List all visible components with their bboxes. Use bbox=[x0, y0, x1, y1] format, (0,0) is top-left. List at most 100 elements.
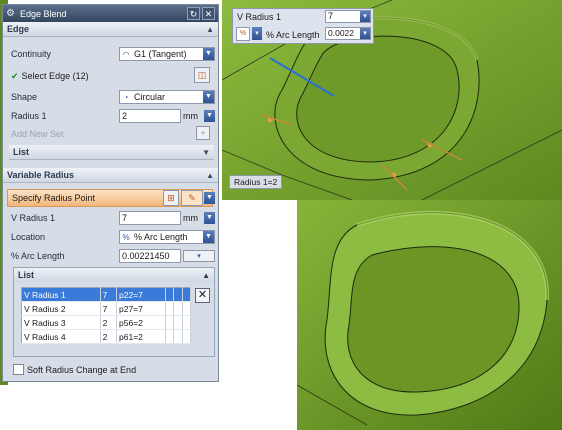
shape-row: Shape ◔ Circular ▼ bbox=[11, 89, 215, 105]
table-cell-empty bbox=[182, 315, 192, 330]
chevron-down-icon[interactable]: ▼ bbox=[204, 212, 215, 224]
specify-radius-label: Specify Radius Point bbox=[12, 193, 96, 203]
floating-v-radius-value: 7 bbox=[328, 11, 334, 21]
radius-tag: Radius 1=2 bbox=[229, 175, 283, 189]
floating-v-radius-input[interactable]: 7 ▾ bbox=[325, 10, 371, 23]
table-cell-name: V Radius 1 bbox=[21, 287, 101, 302]
reset-icon[interactable]: ↻ bbox=[187, 7, 200, 20]
variable-radius-header[interactable]: Variable Radius ▲ bbox=[3, 168, 218, 183]
v-radius-row: V Radius 1 7 mm ▼ bbox=[11, 210, 215, 226]
checkmark-icon: ✔ bbox=[11, 70, 19, 81]
table-cell-expr: p22=7 bbox=[116, 287, 166, 302]
add-new-set-label: Add New Set bbox=[11, 129, 64, 139]
variable-radius-table: V Radius 1 7 p22=7 V Radius 2 7 p27=7 V Radius… bbox=[21, 287, 192, 344]
point-snap-icon[interactable]: ✎ bbox=[181, 190, 203, 206]
radius-unit: mm bbox=[183, 111, 198, 121]
shape-value: Circular bbox=[134, 92, 166, 102]
radius-row: Radius 1 2 mm ▼ bbox=[11, 108, 215, 124]
location-row: Location % % Arc Length ▼ bbox=[11, 229, 215, 245]
table-row[interactable]: V Radius 3 2 p56=2 bbox=[21, 315, 192, 330]
chevron-down-icon[interactable]: ▼ bbox=[204, 192, 215, 204]
table-cell-name: V Radius 4 bbox=[21, 329, 101, 344]
add-new-set-row: Add New Set bbox=[11, 126, 212, 142]
variable-list-title: List bbox=[18, 270, 35, 280]
tangent-icon: ◠ bbox=[122, 49, 130, 59]
radius-label: Radius 1 bbox=[11, 111, 47, 121]
edge-list-header[interactable]: List ▼ bbox=[9, 145, 214, 160]
select-edge-row[interactable]: ✔ Select Edge (12) bbox=[11, 68, 212, 84]
v-radius-label: V Radius 1 bbox=[11, 213, 56, 223]
radius-input[interactable]: 2 bbox=[119, 109, 181, 123]
edge-list-title: List bbox=[13, 147, 30, 157]
table-cell-expr: p56=2 bbox=[116, 315, 166, 330]
arc-length-label: % Arc Length bbox=[11, 251, 65, 261]
edge-section-header[interactable]: Edge ▲ bbox=[3, 22, 218, 37]
spin-arrow-icon[interactable]: ▾ bbox=[183, 250, 215, 262]
table-cell-value: 7 bbox=[100, 301, 117, 316]
variable-list-header[interactable]: List ▲ bbox=[14, 268, 214, 282]
gear-icon[interactable]: ⚙ bbox=[6, 8, 17, 19]
table-cell-empty bbox=[165, 329, 175, 344]
table-row[interactable]: V Radius 1 7 p22=7 bbox=[21, 287, 192, 302]
location-select[interactable]: % % Arc Length ▼ bbox=[119, 230, 215, 244]
table-row[interactable]: V Radius 2 7 p27=7 bbox=[21, 301, 192, 316]
table-cell-empty bbox=[165, 301, 175, 316]
add-set-icon[interactable]: + bbox=[196, 126, 210, 140]
floating-arc-input[interactable]: 0.0022 ▾ bbox=[325, 27, 371, 40]
chevron-down-icon[interactable]: ▼ bbox=[204, 110, 215, 122]
table-cell-empty bbox=[173, 329, 183, 344]
table-cell-name: V Radius 3 bbox=[21, 315, 101, 330]
location-value: % Arc Length bbox=[134, 232, 188, 242]
arc-length-icon[interactable]: % bbox=[236, 27, 250, 41]
shape-label: Shape bbox=[11, 92, 38, 102]
chevron-up-icon: ▲ bbox=[206, 170, 214, 180]
continuity-select[interactable]: ◠ G1 (Tangent) ▼ bbox=[119, 47, 215, 61]
floating-radius-widget: V Radius 1 7 ▾ % ▾ % Arc Length 0.0022 ▾ bbox=[232, 8, 374, 44]
chevron-up-icon: ▲ bbox=[206, 24, 214, 34]
cube-select-icon[interactable]: ◫ bbox=[194, 67, 210, 83]
spin-arrow-icon[interactable]: ▾ bbox=[360, 28, 370, 39]
shape-select[interactable]: ◔ Circular ▼ bbox=[119, 90, 215, 104]
v-radius-input[interactable]: 7 bbox=[119, 211, 181, 225]
v-radius-unit: mm bbox=[183, 213, 198, 223]
delete-icon[interactable]: ✕ bbox=[195, 288, 210, 303]
continuity-label: Continuity bbox=[11, 49, 52, 59]
chevron-down-icon[interactable]: ▼ bbox=[203, 91, 214, 103]
table-cell-empty bbox=[182, 329, 192, 344]
variable-radius-title: Variable Radius bbox=[7, 170, 75, 180]
table-cell-empty bbox=[165, 315, 175, 330]
location-dropdown-icon[interactable]: ▾ bbox=[252, 27, 262, 40]
spin-arrow-icon[interactable]: ▾ bbox=[360, 11, 370, 22]
edge-blend-dialog: ⚙ Edge Blend ↻ ✕ Edge ▲ Continuity ◠ G1 … bbox=[2, 4, 219, 382]
table-cell-expr: p61=2 bbox=[116, 329, 166, 344]
soft-radius-row[interactable]: Soft Radius Change at End bbox=[13, 364, 136, 375]
table-cell-empty bbox=[182, 287, 192, 302]
arc-length-input[interactable]: 0.00221450 bbox=[119, 249, 181, 263]
graphics-viewport-bottom[interactable] bbox=[297, 200, 562, 430]
point-dialog-icon[interactable]: ⊞ bbox=[163, 190, 179, 206]
floating-arc-value: 0.0022 bbox=[328, 28, 354, 38]
chevron-down-icon[interactable]: ▼ bbox=[203, 48, 214, 60]
table-cell-empty bbox=[165, 287, 175, 302]
soft-radius-label: Soft Radius Change at End bbox=[27, 364, 137, 375]
table-row[interactable]: V Radius 4 2 p61=2 bbox=[21, 329, 192, 344]
table-cell-empty bbox=[173, 287, 183, 302]
table-cell-empty bbox=[182, 301, 192, 316]
arc-length-icon: % bbox=[122, 232, 130, 242]
location-label: Location bbox=[11, 232, 46, 242]
continuity-value: G1 (Tangent) bbox=[134, 49, 187, 59]
variable-radius-list: List ▲ V Radius 1 7 p22=7 V Radius 2 7 p27=7 V… bbox=[13, 267, 215, 357]
floating-v-radius-label: V Radius 1 bbox=[237, 12, 282, 22]
dialog-title: Edge Blend bbox=[20, 8, 67, 19]
close-icon[interactable]: ✕ bbox=[202, 7, 215, 20]
select-edge-label: Select Edge (12) bbox=[21, 71, 89, 81]
table-cell-empty bbox=[173, 301, 183, 316]
table-cell-value: 7 bbox=[100, 287, 117, 302]
chevron-down-icon[interactable]: ▼ bbox=[203, 231, 214, 243]
chevron-down-icon: ▼ bbox=[202, 147, 210, 157]
soft-radius-checkbox[interactable] bbox=[13, 364, 24, 375]
table-cell-empty bbox=[173, 315, 183, 330]
continuity-row: Continuity ◠ G1 (Tangent) ▼ bbox=[11, 46, 215, 62]
edge-section-title: Edge bbox=[7, 24, 30, 34]
table-cell-value: 2 bbox=[100, 329, 117, 344]
